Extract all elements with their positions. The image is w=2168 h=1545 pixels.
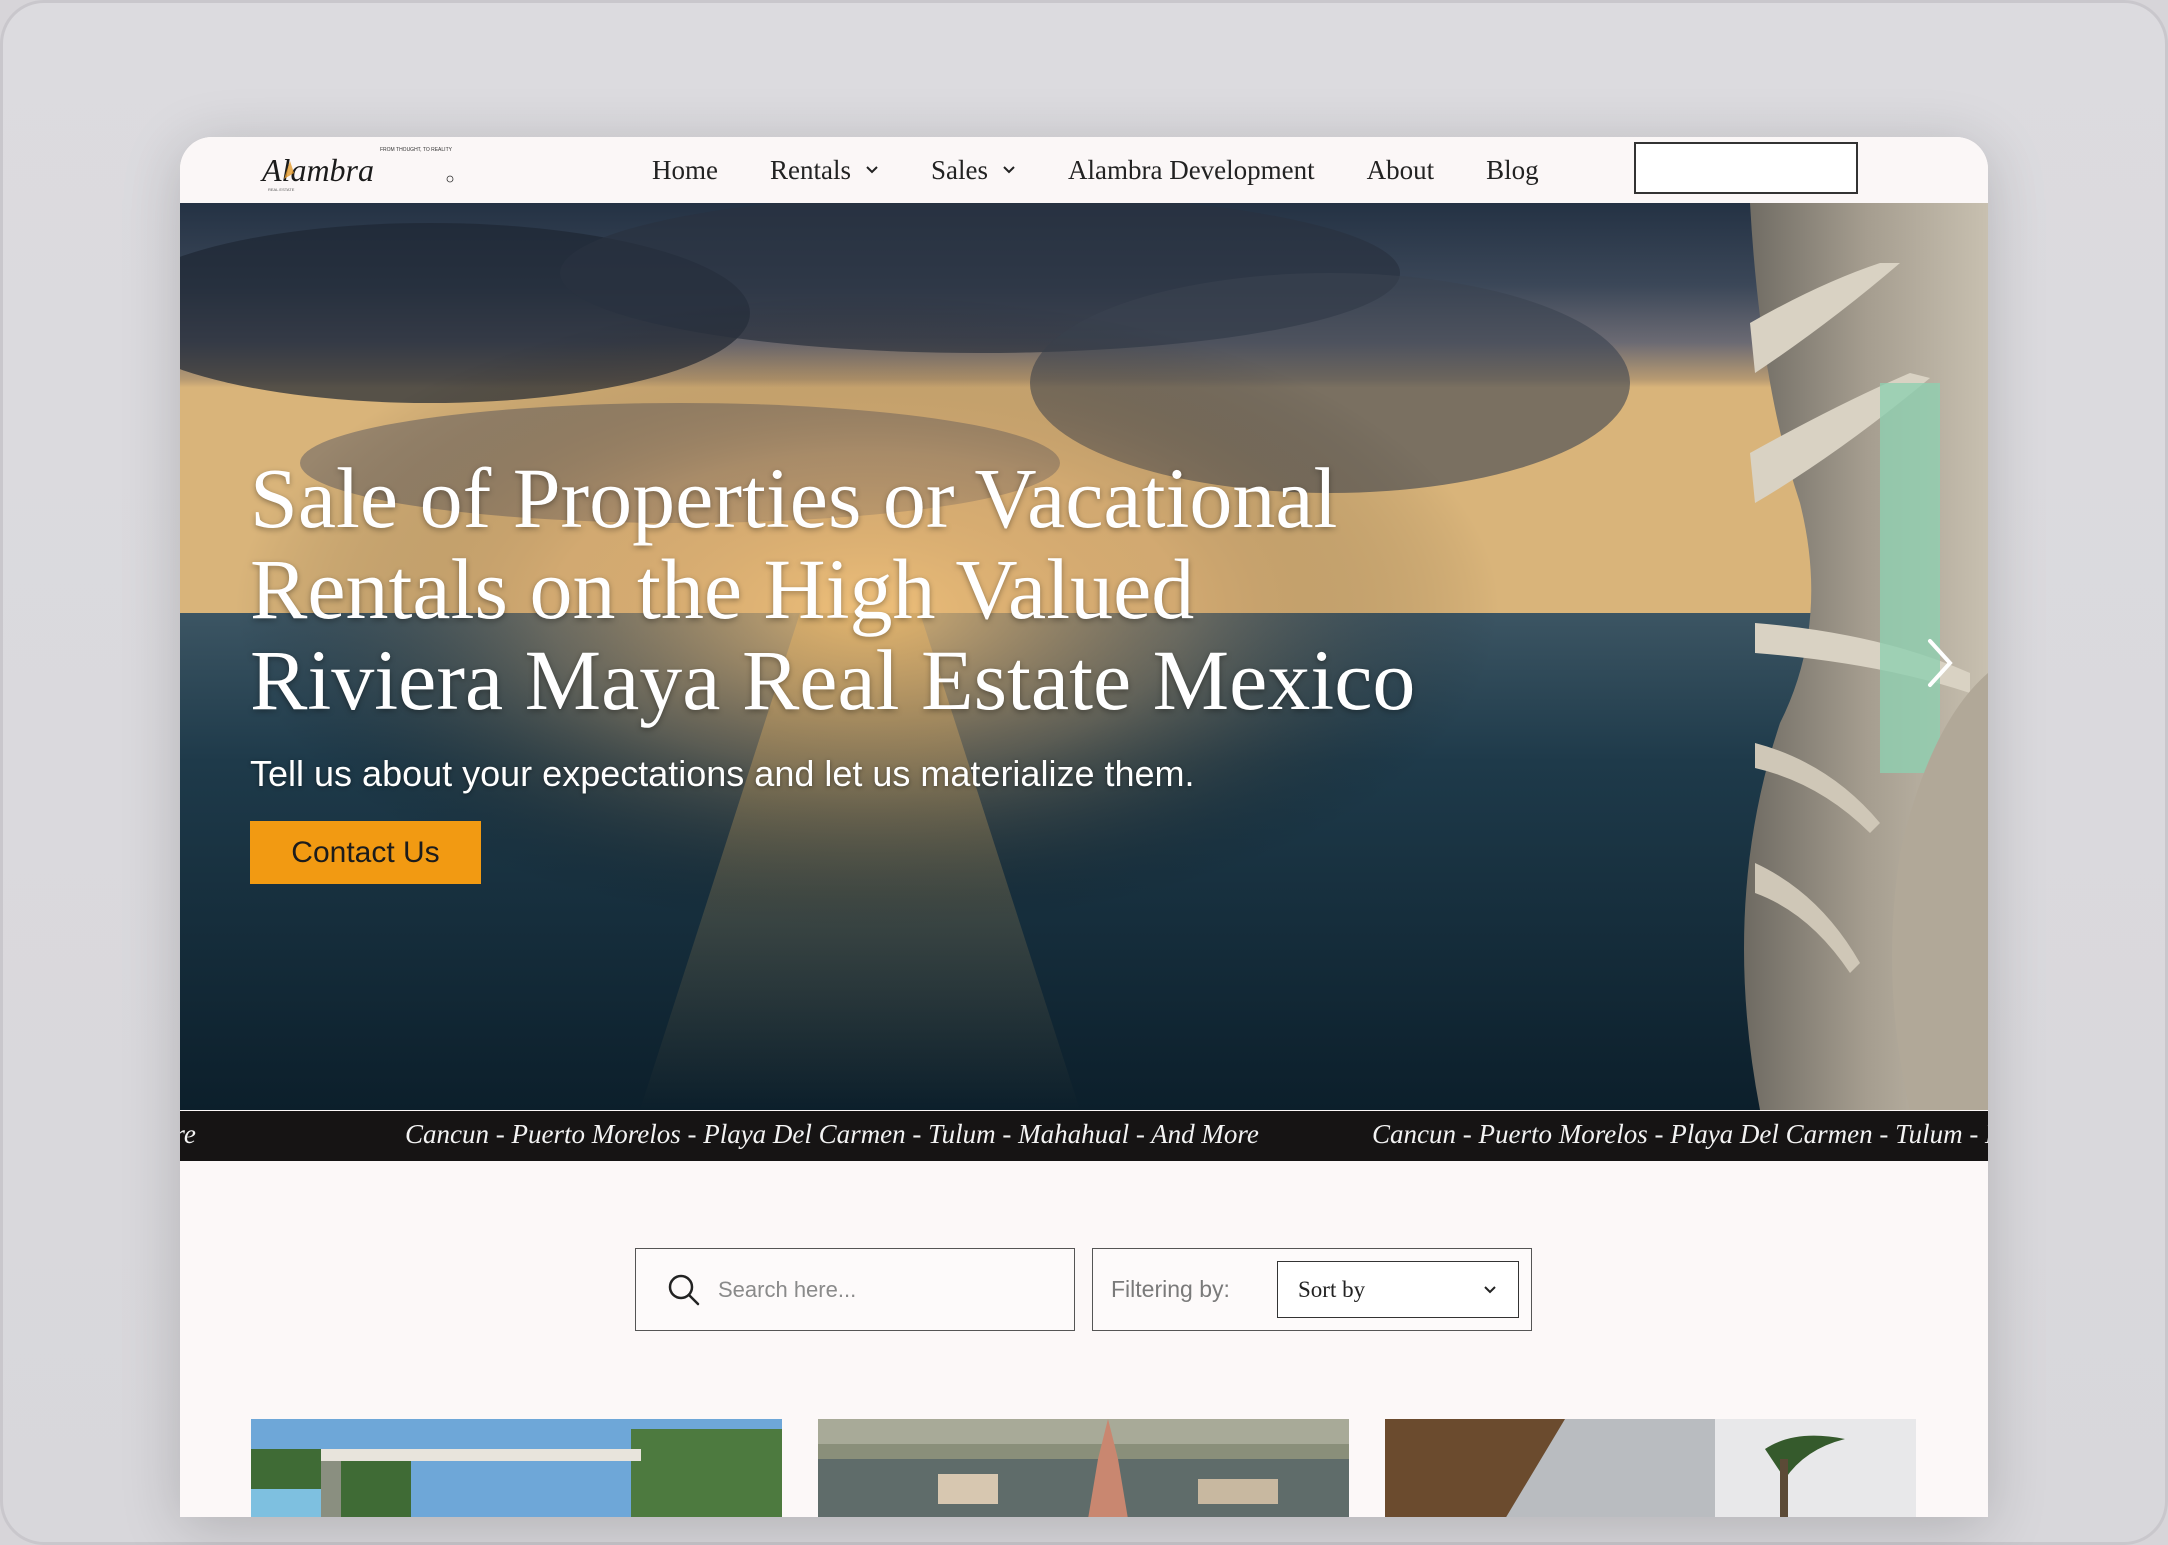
hero-banner: Sale of Properties or Vacational Rentals…	[180, 203, 1988, 1110]
nav-about[interactable]: About	[1367, 155, 1435, 186]
logo-text: Alambra	[260, 152, 374, 188]
chevron-right-icon[interactable]	[1920, 635, 1960, 691]
contact-us-button[interactable]: Contact Us	[250, 821, 481, 884]
listing-card[interactable]	[251, 1419, 782, 1517]
listing-card[interactable]	[818, 1419, 1349, 1517]
search-input[interactable]	[718, 1276, 1048, 1303]
nav-sales[interactable]: Sales	[931, 155, 1016, 186]
hero-title: Sale of Properties or Vacational Rentals…	[250, 450, 1416, 728]
ticker-text: Cancun - Puerto Morelos - Playa Del Carm…	[1372, 1119, 1988, 1149]
listing-image	[818, 1419, 1349, 1517]
filter-panel: Filtering by: Sort by	[1092, 1248, 1532, 1331]
nav-alambra-development[interactable]: Alambra Development	[1068, 155, 1315, 186]
listing-card[interactable]	[1385, 1419, 1916, 1517]
sort-select-value: Sort by	[1298, 1276, 1366, 1302]
location-ticker: Cancun - Puerto Morelos - Playa Del Carm…	[180, 1111, 1988, 1161]
nav-home[interactable]: Home	[652, 155, 718, 186]
main-nav: Home Rentals Sales Alambra Development A…	[652, 137, 1591, 203]
site-header: FROM THOUGHT, TO REALITY Alambra REAL ES…	[180, 137, 1988, 203]
chevron-down-icon	[866, 166, 878, 174]
nav-blog[interactable]: Blog	[1486, 155, 1539, 186]
browser-window: FROM THOUGHT, TO REALITY Alambra REAL ES…	[180, 137, 1988, 1517]
logo-small: REAL ESTATE	[268, 187, 295, 192]
alambra-logo[interactable]: FROM THOUGHT, TO REALITY Alambra REAL ES…	[250, 141, 460, 197]
chevron-down-icon	[1484, 1285, 1496, 1293]
listing-image	[1385, 1419, 1916, 1517]
filter-label: Filtering by:	[1111, 1276, 1230, 1302]
ticker-text: Cancun - Puerto Morelos - Playa Del Carm…	[405, 1119, 1259, 1149]
nav-rentals[interactable]: Rentals	[770, 155, 879, 186]
ticker-text: Cancun - Puerto Morelos - Playa Del Carm…	[180, 1119, 196, 1149]
hero-subtitle: Tell us about your expectations and let …	[250, 753, 1195, 794]
search-icon	[668, 1274, 700, 1305]
sort-by-select[interactable]: Sort by	[1277, 1261, 1519, 1318]
listing-image	[251, 1419, 782, 1517]
search-bar	[635, 1248, 1075, 1331]
logo-tagline: FROM THOUGHT, TO REALITY	[380, 147, 453, 153]
chevron-down-icon	[1003, 166, 1015, 174]
header-action-box[interactable]	[1634, 142, 1858, 194]
